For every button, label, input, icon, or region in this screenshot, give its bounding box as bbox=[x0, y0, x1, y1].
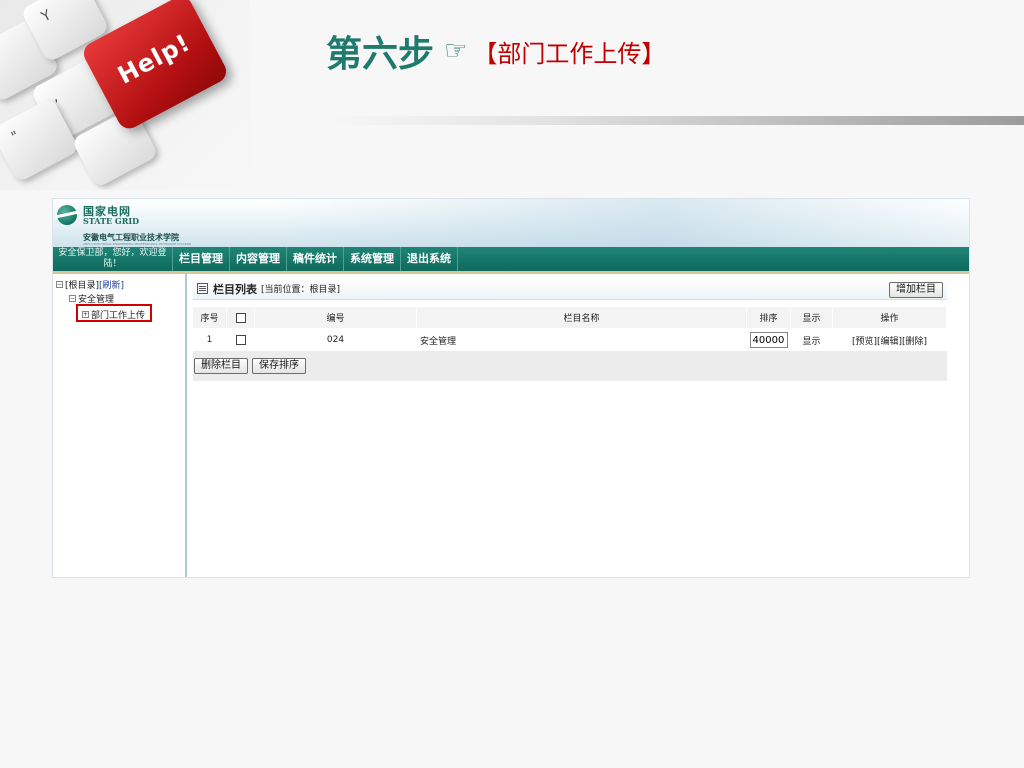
save-order-button[interactable]: 保存排序 bbox=[252, 358, 306, 374]
col-select-all bbox=[227, 307, 255, 328]
breadcrumb: [当前位置：根目录] bbox=[261, 285, 341, 295]
nav-item-column-management[interactable]: 栏目管理 bbox=[173, 247, 230, 271]
row-checkbox[interactable] bbox=[235, 335, 246, 345]
nav-item-logout[interactable]: 退出系统 bbox=[401, 247, 458, 271]
col-index: 序号 bbox=[193, 307, 227, 328]
slide-title: 第六步 ☞ 【部门工作上传】 bbox=[326, 26, 665, 76]
slide-title-subtitle: 【部门工作上传】 bbox=[473, 39, 666, 68]
user-greeting: 安全保卫部，您好，欢迎登 陆！ bbox=[53, 247, 173, 271]
highlight-box bbox=[76, 304, 152, 322]
sidebar-tree: − [根目录] [刷新] − 安全管理 + 部门工作上传 bbox=[53, 274, 187, 577]
delete-link[interactable]: [删除] bbox=[902, 334, 927, 347]
cms-window: 国家电网 STATE GRID 安徽电气工程职业技术学院 ANHUI ELECT… bbox=[52, 198, 970, 578]
logo-en-text: STATE GRID bbox=[83, 216, 140, 226]
row-order-cell bbox=[747, 329, 791, 351]
row-code: 024 bbox=[255, 329, 417, 351]
school-name-en: ANHUI ELECTRICAL ENGINEERING PROFESSIONA… bbox=[83, 242, 191, 246]
content-title: 栏目列表 bbox=[213, 282, 257, 296]
table-footer: 删除栏目 保存排序 bbox=[193, 351, 947, 381]
content-area: 栏目列表 [当前位置：根目录] 增加栏目 序号 编号 栏目名称 排序 显示 操作… bbox=[189, 274, 969, 577]
col-display: 显示 bbox=[791, 307, 833, 328]
slide-title-step: 第六步 bbox=[326, 33, 435, 75]
select-all-checkbox[interactable] bbox=[235, 312, 246, 323]
column-table: 序号 编号 栏目名称 排序 显示 操作 1 024 安全管理 40000 显示 … bbox=[193, 307, 947, 381]
title-divider bbox=[330, 116, 1024, 125]
list-icon bbox=[197, 283, 208, 294]
tree-refresh-link[interactable]: [刷新] bbox=[99, 278, 124, 291]
nav-item-system-management[interactable]: 系统管理 bbox=[344, 247, 401, 271]
col-code: 编号 bbox=[255, 307, 417, 328]
nav-item-manuscript-stats[interactable]: 稿件统计 bbox=[287, 247, 344, 271]
content-header: 栏目列表 [当前位置：根目录] 增加栏目 bbox=[193, 278, 947, 300]
row-index: 1 bbox=[193, 329, 227, 351]
tree-root-label[interactable]: [根目录] bbox=[65, 278, 99, 291]
col-actions: 操作 bbox=[833, 307, 947, 328]
add-column-button[interactable]: 增加栏目 bbox=[889, 282, 943, 298]
row-name: 安全管理 bbox=[417, 329, 747, 351]
tree-root: − [根目录] [刷新] bbox=[56, 278, 124, 291]
col-name: 栏目名称 bbox=[417, 307, 747, 328]
col-order: 排序 bbox=[747, 307, 791, 328]
order-input[interactable] bbox=[749, 332, 788, 348]
delete-column-button[interactable]: 删除栏目 bbox=[194, 358, 248, 374]
preview-link[interactable]: [预览] bbox=[852, 334, 877, 347]
table-row: 1 024 安全管理 显示 [预览] [编辑] [删除] bbox=[193, 329, 947, 351]
help-keyboard-image: Y , " Help! bbox=[0, 0, 250, 190]
state-grid-logo-icon bbox=[57, 205, 77, 225]
main-nav: 安全保卫部，您好，欢迎登 陆！ 栏目管理 内容管理 稿件统计 系统管理 退出系统 bbox=[53, 247, 969, 274]
row-select bbox=[227, 329, 255, 351]
row-display: 显示 bbox=[791, 329, 833, 351]
collapse-icon[interactable]: − bbox=[56, 281, 63, 288]
app-header: 国家电网 STATE GRID 安徽电气工程职业技术学院 ANHUI ELECT… bbox=[53, 199, 969, 247]
row-actions: [预览] [编辑] [删除] bbox=[833, 329, 947, 351]
nav-item-content-management[interactable]: 内容管理 bbox=[230, 247, 287, 271]
pointing-hand-icon: ☞ bbox=[444, 36, 468, 66]
edit-link[interactable]: [编辑] bbox=[877, 334, 902, 347]
collapse-icon[interactable]: − bbox=[69, 295, 76, 302]
table-header: 序号 编号 栏目名称 排序 显示 操作 bbox=[193, 307, 947, 329]
